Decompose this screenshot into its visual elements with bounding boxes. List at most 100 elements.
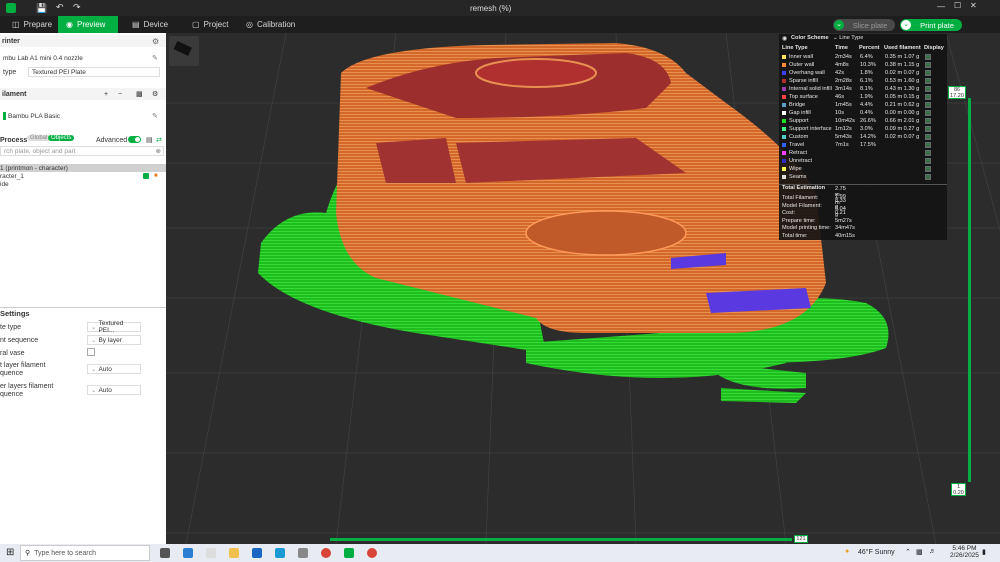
chrome-icon[interactable]	[367, 548, 377, 558]
layer-slider-bottom-handle[interactable]: 1 0.20	[951, 483, 966, 496]
tab-calibration[interactable]: ◎ Calibration	[238, 16, 303, 33]
tab-prepare[interactable]: ◫ Prepare	[4, 16, 60, 33]
maximize-icon[interactable]: ☐	[954, 1, 961, 10]
objects-toggle[interactable]: Objects	[48, 135, 75, 141]
eye-icon[interactable]: ◉	[782, 35, 787, 42]
outlook-icon[interactable]	[252, 548, 262, 558]
move-slider-handle[interactable]: 121	[794, 535, 808, 543]
legend-row: Top surface 46s 1.9% 0.05 m 0.15 g	[782, 93, 942, 101]
move-slider-track[interactable]	[330, 538, 792, 541]
plate-type-select[interactable]: Textured PEI Plate	[28, 67, 160, 77]
redo-icon[interactable]: ↷	[73, 2, 81, 13]
network-icon[interactable]: ▩	[916, 548, 923, 556]
tab-preview[interactable]: ◉ Preview	[58, 16, 118, 33]
gear-icon[interactable]: ⚙	[152, 90, 158, 98]
legend-row: Gap infill 10s 0.4% 0.00 m 0.00 g	[782, 109, 942, 117]
save-icon[interactable]: 💾	[36, 3, 47, 14]
color-swatch	[782, 143, 786, 147]
copilot-icon[interactable]	[183, 548, 193, 558]
display-checkbox[interactable]	[925, 78, 931, 84]
close-icon[interactable]: ✕	[970, 1, 977, 10]
layer-slider-track[interactable]	[968, 98, 971, 482]
list-icon[interactable]: ▤	[146, 136, 153, 144]
display-checkbox[interactable]	[925, 158, 931, 164]
minus-icon[interactable]: −	[118, 91, 122, 98]
lock-icon[interactable]: ■	[154, 173, 158, 179]
display-checkbox[interactable]	[925, 110, 931, 116]
spiral-vase-checkbox[interactable]	[87, 348, 95, 356]
display-checkbox[interactable]	[925, 134, 931, 140]
app-icon[interactable]	[298, 548, 308, 558]
tree-item-object[interactable]: racter_1 ■	[0, 172, 166, 180]
plate-type-label: type	[3, 69, 17, 76]
chevron-up-icon[interactable]: ⌃	[905, 548, 911, 556]
global-toggle[interactable]: Global	[27, 135, 51, 141]
display-checkbox[interactable]	[925, 62, 931, 68]
clock[interactable]: 5:46 PM 2/26/2025	[950, 545, 979, 559]
file-icon[interactable]	[206, 548, 216, 558]
settings-label: te type	[0, 324, 22, 331]
tab-device[interactable]: ▤ Device	[124, 16, 176, 33]
volume-icon[interactable]: ♬	[929, 548, 936, 555]
advanced-switch[interactable]	[128, 136, 141, 143]
display-checkbox[interactable]	[925, 102, 931, 108]
edit-icon[interactable]: ✎	[152, 54, 158, 62]
display-checkbox[interactable]	[925, 126, 931, 132]
slice-plate-button[interactable]: ⌄ Slice plate	[833, 19, 895, 31]
legend-row: Custom 5m43s 14.2% 0.02 m 0.07 g	[782, 133, 942, 141]
legend-row: Bridge 1m45s 4.4% 0.21 m 0.62 g	[782, 101, 942, 109]
sync-icon[interactable]: ▩	[136, 90, 143, 98]
display-checkbox[interactable]	[925, 150, 931, 156]
taskbar-search-input[interactable]: ⚲ Type here to search	[20, 545, 150, 561]
legend-row: Support 10m42s 26.6% 0.66 m 2.01 g	[782, 117, 942, 125]
cube-icon: ◫	[12, 20, 20, 29]
display-checkbox[interactable]	[925, 118, 931, 124]
display-checkbox[interactable]	[925, 142, 931, 148]
filament-select[interactable]: Bambu PLA Basic	[0, 111, 150, 121]
estimation-row: Total time: 40m15s	[782, 232, 855, 239]
plus-icon[interactable]: +	[104, 91, 108, 98]
printer-section-header: rinter ⚙	[0, 35, 166, 47]
task-view-icon[interactable]	[160, 548, 170, 558]
layer-slider-top-handle[interactable]: 86 17.20	[948, 86, 966, 99]
display-checkbox[interactable]	[925, 54, 931, 60]
advanced-label: Advanced	[96, 136, 128, 144]
windows-start-icon[interactable]: ⊞	[6, 547, 14, 558]
object-search-input[interactable]: rch plate, object and part ⊗	[0, 146, 164, 156]
edge-icon[interactable]	[275, 548, 285, 558]
color-scheme-select[interactable]: ⌄ Line Type	[833, 35, 863, 41]
bambu-studio-icon[interactable]	[344, 548, 354, 558]
file-explorer-icon[interactable]	[229, 548, 239, 558]
window-title: remesh (%)	[470, 4, 512, 13]
tree-item-part[interactable]: ide	[0, 180, 166, 188]
color-swatch	[782, 55, 786, 59]
first-layer-sequence-setting[interactable]: ⌄ Auto	[87, 364, 141, 374]
legend-row: Wipe	[782, 165, 942, 173]
display-checkbox[interactable]	[925, 70, 931, 76]
weather-text[interactable]: 46°F Sunny	[858, 549, 895, 556]
edit-icon[interactable]: ✎	[152, 112, 158, 120]
tree-item-plate[interactable]: 1 (printmon - character)	[0, 164, 166, 172]
display-checkbox[interactable]	[925, 174, 931, 180]
minimize-icon[interactable]: —	[937, 2, 945, 11]
display-checkbox[interactable]	[925, 166, 931, 172]
notification-icon[interactable]: ▮	[982, 548, 986, 556]
other-layers-sequence-setting[interactable]: ⌄ Auto	[87, 385, 141, 395]
app-logo-icon[interactable]	[6, 3, 16, 13]
tab-project[interactable]: ▢ Project	[184, 16, 236, 33]
display-checkbox[interactable]	[925, 86, 931, 92]
checkbox-icon[interactable]	[143, 173, 149, 179]
color-swatch	[782, 95, 786, 99]
printer-select[interactable]: mbu Lab A1 mini 0.4 nozzle	[0, 53, 150, 63]
compare-icon[interactable]: ⇄	[156, 136, 162, 144]
undo-icon[interactable]: ↶	[56, 2, 64, 13]
weather-icon: ●	[845, 548, 850, 555]
clear-icon[interactable]: ⊗	[156, 147, 161, 155]
print-sequence-setting[interactable]: ⌄ By layer	[87, 335, 141, 345]
print-plate-button[interactable]: ⌄ Print plate	[900, 19, 962, 31]
gear-icon[interactable]: ⚙	[152, 37, 159, 46]
display-checkbox[interactable]	[925, 94, 931, 100]
chrome-icon[interactable]	[321, 548, 331, 558]
plate-type-setting[interactable]: ⌄ Textured PEI...	[87, 320, 141, 334]
legend-row: Retract	[782, 149, 942, 157]
